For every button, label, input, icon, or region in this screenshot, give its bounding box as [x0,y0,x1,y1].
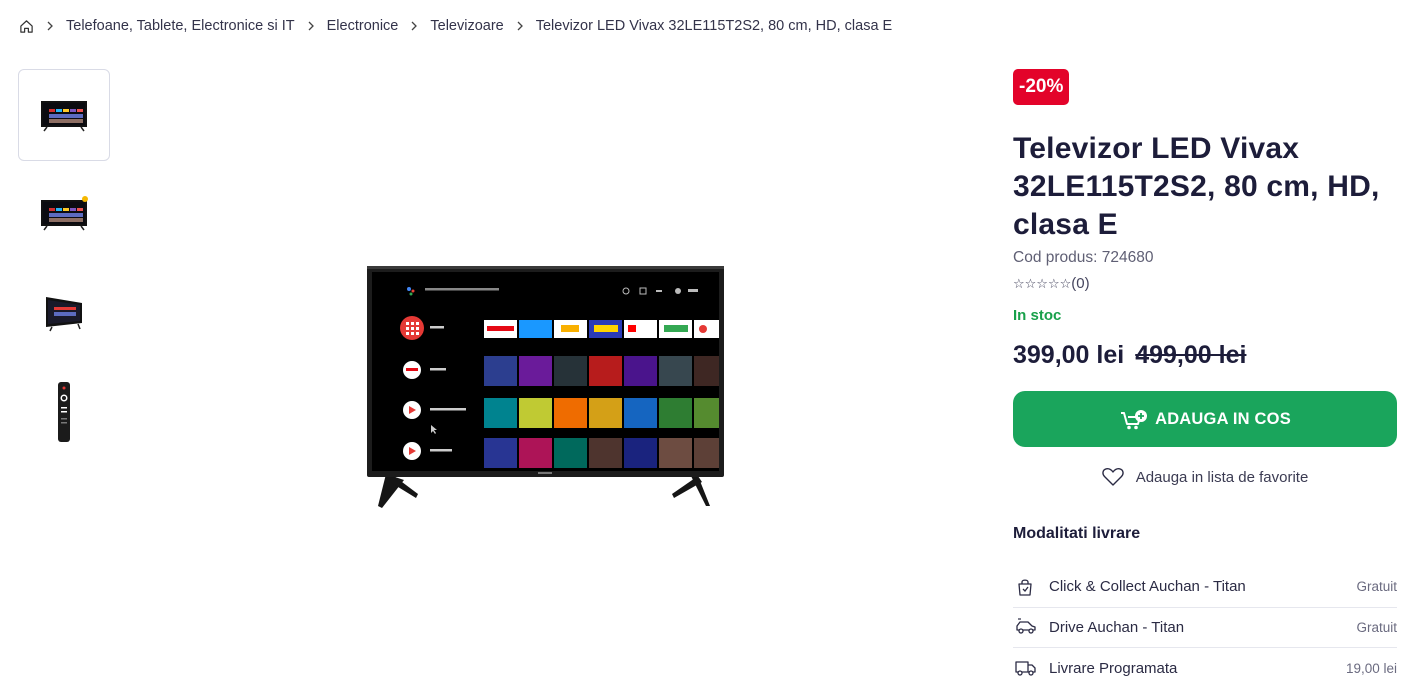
rating-stars: ☆☆☆☆☆ [1013,275,1072,291]
chevron-right-icon [410,21,418,31]
delivery-option-scheduled: Livrare Programata 19,00 lei [1013,648,1397,689]
thumbnail-tv-front[interactable] [18,69,110,161]
home-icon[interactable] [18,18,34,34]
breadcrumb-link-electronice-it[interactable]: Telefoane, Tablete, Electronice si IT [66,18,295,34]
breadcrumb-current: Televizor LED Vivax 32LE115T2S2, 80 cm, … [535,18,893,34]
thumbnail-tv-front-badge[interactable] [18,168,110,260]
delivery-option-price: Gratuit [1356,619,1397,635]
product-code: Cod produs: 724680 [1013,249,1154,266]
product-title: Televizor LED Vivax 32LE115T2S2, 80 cm, … [1013,132,1380,241]
discount-badge: -20% [1013,69,1070,105]
chevron-right-icon [46,21,54,31]
delivery-title: Modalitati livrare [1013,525,1141,542]
product-rating[interactable]: ☆☆☆☆☆ (0) [1013,275,1397,292]
delivery-option-price: Gratuit [1356,579,1397,595]
delivery-options: Click & Collect Auchan - Titan Gratuit D… [1013,567,1397,689]
breadcrumb-link-electronice[interactable]: Electronice [327,18,399,34]
favorites-label: Adauga in lista de favorite [1135,468,1309,486]
breadcrumb-link-televizoare[interactable]: Televizoare [430,18,503,34]
add-to-favorites-link[interactable]: Adauga in lista de favorite [1013,467,1397,487]
chevron-right-icon [516,21,524,31]
delivery-option-name: Drive Auchan - Titan [1049,618,1185,636]
add-to-cart-label: ADAUGA IN COS [1155,409,1291,428]
heart-icon [1101,467,1124,487]
delivery-option-name: Livrare Programata [1049,659,1178,677]
thumbnail-remote-control[interactable] [18,366,110,458]
chevron-right-icon [307,21,315,31]
click-collect-icon [1015,577,1041,597]
cart-add-icon [1119,407,1149,431]
thumbnail-tv-angle[interactable] [18,267,110,359]
thumbnail-gallery [18,69,110,465]
delivery-option-name: Click & Collect Auchan - Titan [1049,578,1246,596]
delivery-option-click-collect: Click & Collect Auchan - Titan Gratuit [1013,567,1397,608]
delivery-truck-icon [1015,659,1041,677]
old-price: 499,00 lei [1135,341,1247,369]
drive-car-icon [1015,618,1041,636]
rating-count: (0) [1071,275,1090,292]
stock-status: In stoc [1013,307,1062,324]
product-image-tv[interactable] [360,262,732,512]
current-price: 399,00 lei [1013,341,1125,369]
delivery-option-drive: Drive Auchan - Titan Gratuit [1013,608,1397,648]
product-info-panel: -20% Televizor LED Vivax 32LE115T2S2, 80… [1013,69,1397,689]
add-to-cart-button[interactable]: ADAUGA IN COS [1013,391,1397,447]
breadcrumb: Telefoane, Tablete, Electronice si IT El… [18,16,892,36]
price-row: 399,00 lei 499,00 lei [1013,341,1397,370]
delivery-option-price: 19,00 lei [1345,660,1397,676]
